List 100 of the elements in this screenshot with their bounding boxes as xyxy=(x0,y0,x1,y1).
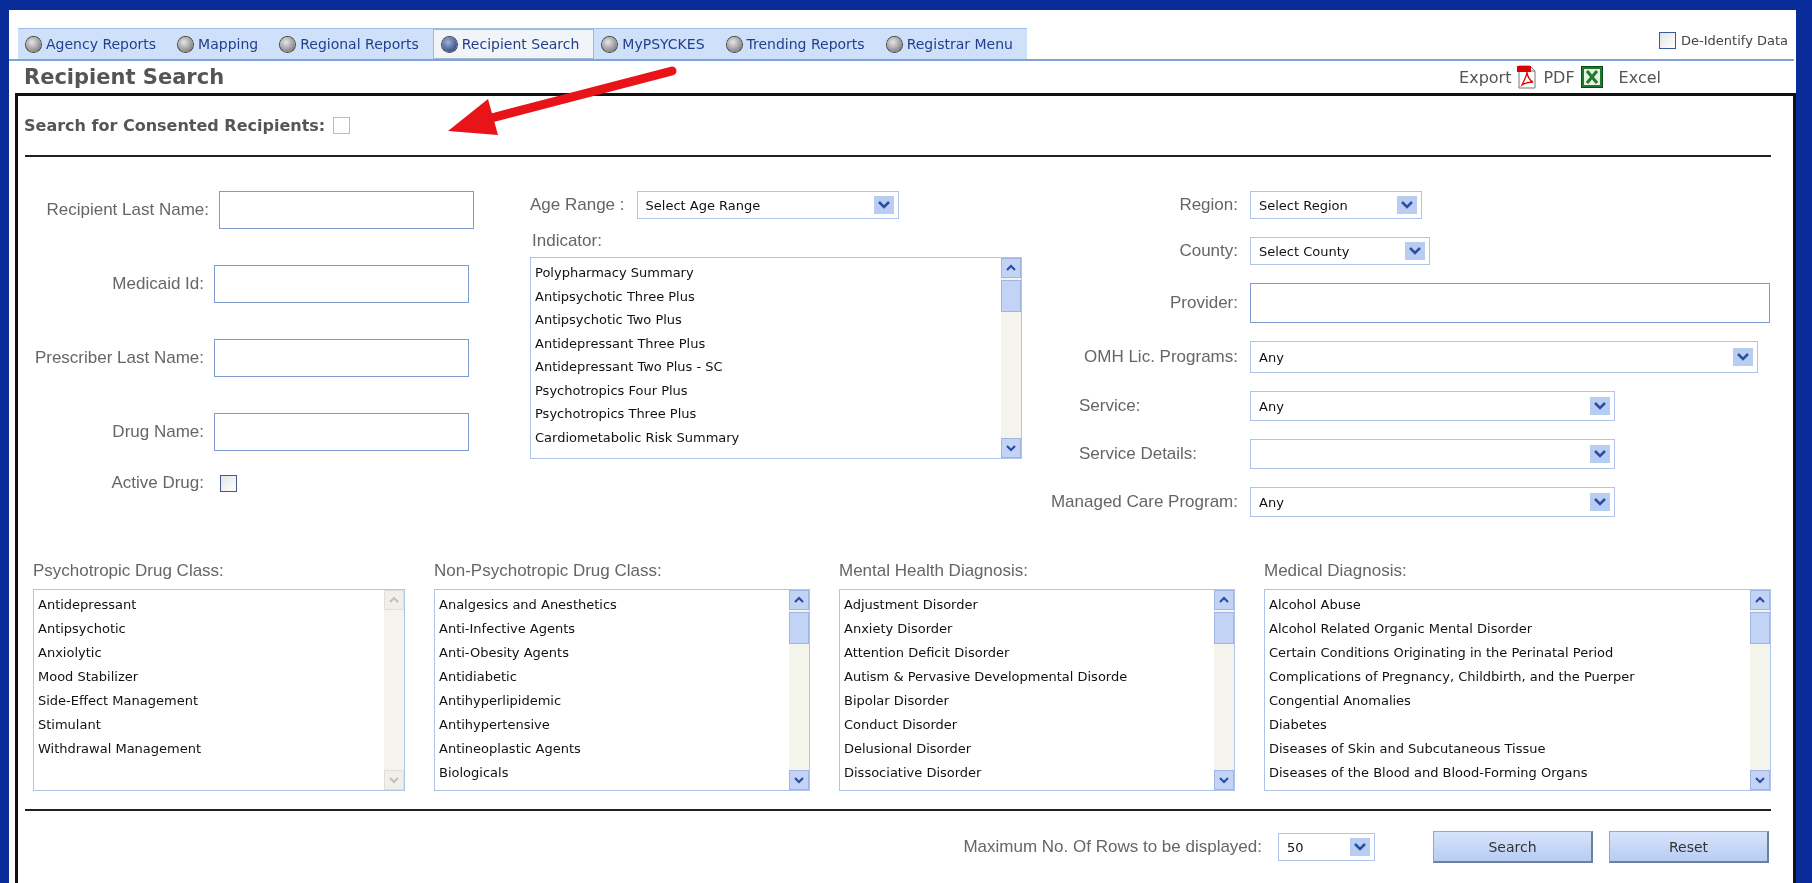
list-option[interactable]: Bipolar Disorder xyxy=(844,689,1210,713)
chevron-up-icon[interactable] xyxy=(1754,595,1766,605)
scrollbar[interactable] xyxy=(789,590,809,790)
list-option[interactable]: Alcohol Abuse xyxy=(1269,593,1746,617)
scrollbar-thumb[interactable] xyxy=(789,612,809,644)
list-option[interactable]: Antipsychotic xyxy=(38,617,380,641)
select-dropdown[interactable]: Select Age Range xyxy=(636,191,899,219)
chevron-up-icon[interactable] xyxy=(793,595,805,605)
chevron-down-icon[interactable] xyxy=(793,775,805,785)
select-dropdown[interactable]: 50 xyxy=(1278,833,1375,861)
list-option[interactable]: Dissociative Disorder xyxy=(844,761,1210,785)
pdf-file-icon[interactable] xyxy=(1517,65,1538,89)
chevron-down-icon xyxy=(1350,838,1370,856)
input-field[interactable] xyxy=(219,191,474,229)
list-option[interactable]: Alcohol Related Organic Mental Disorder xyxy=(1269,617,1746,641)
checkbox[interactable] xyxy=(333,117,351,134)
list-option[interactable]: Cardiometabolic Risk Summary xyxy=(535,425,997,449)
scrollbar-thumb[interactable] xyxy=(1001,280,1021,312)
list-option[interactable]: Congential Anomalies xyxy=(1269,689,1746,713)
checkbox[interactable] xyxy=(220,474,237,492)
list-box[interactable]: Analgesics and Anesthetics Anti-Infective Agents Anti-Obesity Agents Antidiabetic Antihyperlipidemic Antihypertensive Antineoplastic Agents Biologicals xyxy=(434,589,810,791)
list-option[interactable]: Antipsychotic Two Plus xyxy=(535,308,997,332)
chevron-up-icon[interactable] xyxy=(1218,595,1230,605)
list-option[interactable]: Attention Deficit Disorder xyxy=(844,641,1210,665)
nav-tab[interactable]: MyPSYCKES xyxy=(594,29,719,59)
list-option[interactable]: Anti-Infective Agents xyxy=(439,617,785,641)
scrollbar[interactable] xyxy=(1214,590,1234,790)
select-dropdown[interactable]: Any xyxy=(1250,341,1758,373)
list-option[interactable]: Anti-Obesity Agents xyxy=(439,641,785,665)
chevron-down-icon[interactable] xyxy=(1005,443,1017,453)
list-option[interactable]: Diseases of Skin and Subcutaneous Tissue xyxy=(1269,737,1746,761)
nav-tab[interactable]: Mapping xyxy=(170,29,273,59)
export-label: Export xyxy=(1459,67,1512,87)
scrollbar-thumb[interactable] xyxy=(1750,612,1770,644)
list-option[interactable]: Conduct Disorder xyxy=(844,713,1210,737)
nav-tab[interactable]: Registrar Menu xyxy=(878,29,1027,59)
list-option[interactable]: Antineoplastic Agents xyxy=(439,737,785,761)
list-option[interactable]: Diseases of the Blood and Blood-Forming Organs xyxy=(1269,761,1746,785)
chevron-down-icon[interactable] xyxy=(1754,775,1766,785)
input-field[interactable] xyxy=(214,339,469,377)
chevron-down-icon xyxy=(873,196,894,214)
list-option[interactable]: Antidiabetic xyxy=(439,665,785,689)
list-box[interactable]: Adjustment Disorder Anxiety Disorder Attention Deficit Disorder Autism & Pervasive Developmental Disorde Bipolar Disorder Conduct Disorder Delusional Disorder Dissociative Disorder xyxy=(839,589,1235,791)
list-option[interactable]: Certain Conditions Originating in the Perinatal Period xyxy=(1269,641,1746,665)
field-label: Drug Name: xyxy=(111,422,205,442)
nav-tab[interactable]: Trending Reports xyxy=(718,29,879,59)
nav-tab[interactable]: Agency Reports xyxy=(18,29,171,59)
nav-tab[interactable]: Recipient Search xyxy=(432,29,595,59)
list-option[interactable]: Polypharmacy Summary xyxy=(535,261,997,285)
list-option[interactable]: Autism & Pervasive Developmental Disorde xyxy=(844,665,1210,689)
list-option[interactable]: Antidepressant Three Plus xyxy=(535,331,997,355)
select-dropdown[interactable] xyxy=(1250,439,1615,469)
checkbox[interactable] xyxy=(1659,32,1677,49)
field-label: County: xyxy=(1178,241,1239,261)
select-dropdown[interactable]: Select Region xyxy=(1250,191,1422,219)
list-option[interactable]: Diabetes xyxy=(1269,713,1746,737)
list-option[interactable]: Antidepressant Two Plus - SC xyxy=(535,355,997,379)
field-label: Service: xyxy=(1078,396,1142,416)
scrollbar-thumb[interactable] xyxy=(1214,612,1234,644)
chevron-down-icon xyxy=(1590,397,1610,415)
list-box[interactable] xyxy=(530,257,1022,459)
select-dropdown[interactable]: Any xyxy=(1250,487,1615,517)
list-option[interactable]: Side-Effect Management xyxy=(38,689,380,713)
select-dropdown[interactable]: Select County xyxy=(1250,237,1430,265)
list-option[interactable]: Antihyperlipidemic xyxy=(439,689,785,713)
input-field[interactable] xyxy=(1250,283,1770,323)
list-option[interactable]: Psychotropics Four Plus xyxy=(535,378,997,402)
pdf-link[interactable]: PDF xyxy=(1543,67,1575,87)
spreadsheet-icon[interactable] xyxy=(1580,66,1603,88)
reset-button[interactable]: Reset xyxy=(1609,831,1769,863)
nav-tab[interactable]: Regional Reports xyxy=(272,29,433,59)
scrollbar[interactable] xyxy=(1001,258,1021,458)
list-option[interactable]: Antipsychotic Three Plus xyxy=(535,284,997,308)
list-option[interactable]: Biologicals xyxy=(439,761,785,785)
chevron-down-icon[interactable] xyxy=(1218,775,1230,785)
list-option[interactable]: Stimulant xyxy=(38,713,380,737)
list-label: Medical Diagnosis: xyxy=(1264,561,1408,581)
select-dropdown[interactable]: Any xyxy=(1250,391,1615,421)
input-field[interactable] xyxy=(214,265,469,303)
chevron-up-icon[interactable] xyxy=(1005,263,1017,273)
list-option[interactable]: Psychotropics Three Plus xyxy=(535,402,997,426)
list-option[interactable]: Analgesics and Anesthetics xyxy=(439,593,785,617)
list-label: Psychotropic Drug Class: xyxy=(33,561,225,581)
excel-link[interactable]: Excel xyxy=(1618,67,1661,87)
list-option[interactable]: Antidepressant xyxy=(38,593,380,617)
search-button[interactable]: Search xyxy=(1433,831,1593,863)
list-option[interactable]: Complications of Pregnancy, Childbirth, and the Puerper xyxy=(1269,665,1746,689)
input-field[interactable] xyxy=(214,413,469,451)
list-option[interactable]: Adjustment Disorder xyxy=(844,593,1210,617)
list-label: Non-Psychotropic Drug Class: xyxy=(434,561,663,581)
scrollbar[interactable] xyxy=(1750,590,1770,790)
list-box[interactable] xyxy=(1264,589,1771,791)
list-option[interactable]: Anxiolytic xyxy=(38,641,380,665)
list-option[interactable]: Withdrawal Management xyxy=(38,737,380,761)
list-box[interactable]: Antidepressant Antipsychotic Anxiolytic Mood Stabilizer Side-Effect Management Stimulant Withdrawal Management xyxy=(33,589,405,791)
list-option[interactable]: Mood Stabilizer xyxy=(38,665,380,689)
list-option[interactable]: Anxiety Disorder xyxy=(844,617,1210,641)
field-label: Medicaid Id: xyxy=(111,274,205,294)
list-option[interactable]: Antihypertensive xyxy=(439,713,785,737)
list-option[interactable]: Delusional Disorder xyxy=(844,737,1210,761)
